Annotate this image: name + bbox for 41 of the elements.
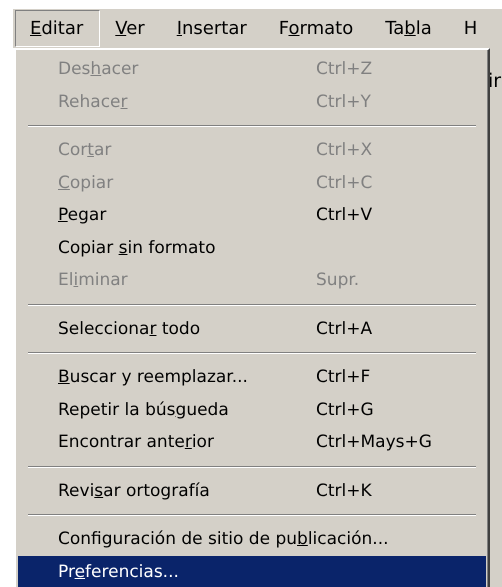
menu-bar-item[interactable]: Ver	[100, 10, 162, 47]
shortcut-label: Ctrl+Mays+G	[316, 431, 432, 454]
shortcut-label: Ctrl+G	[316, 398, 374, 421]
shortcut-label: Supr.	[316, 269, 360, 292]
menu-item-label: Revisar ortografía	[58, 480, 211, 502]
menu-item-label: Encontrar anterior	[58, 431, 215, 454]
shortcut-label: Ctrl+F	[316, 366, 370, 388]
menu-item[interactable]: Buscar y reemplazar... Ctrl+F	[18, 361, 486, 394]
menu-item-label: Cortar	[58, 139, 112, 162]
shortcut-label: Ctrl+C	[316, 172, 372, 194]
background-text: ir	[490, 70, 502, 92]
menu-bar-item[interactable]: Insertar	[162, 10, 264, 47]
menu-bar-item[interactable]: H	[448, 10, 494, 47]
shortcut-label: Ctrl+X	[316, 139, 372, 162]
menu-item[interactable]: Configuración de sitio de publicación...	[18, 523, 486, 556]
shortcut-label: Ctrl+A	[316, 318, 372, 340]
menu-item-label: Preferencias...	[58, 560, 180, 583]
menu-item[interactable]: Seleccionar todo Ctrl+A	[18, 312, 486, 345]
menu-item-label: Pegar	[58, 204, 108, 226]
shortcut-label: Ctrl+Y	[316, 90, 371, 113]
menu-item-label: Eliminar	[58, 269, 129, 292]
menu-bar-item[interactable]: Editar	[15, 10, 100, 47]
menu-item-label: Rehacer	[58, 90, 129, 113]
shortcut-label: Ctrl+K	[316, 480, 372, 502]
menu-item-label: Repetir la búsgueda	[58, 398, 230, 421]
menu-item[interactable]: Revisar ortografía Ctrl+K	[18, 474, 486, 507]
menu-item[interactable]: Encontrar anterior Ctrl+Mays+G	[18, 426, 486, 458]
menu-bar-item[interactable]: Formato	[264, 10, 370, 47]
menu-item[interactable]: Repetir la búsgueda Ctrl+G	[18, 394, 486, 426]
shortcut-label: Ctrl+Z	[316, 58, 372, 80]
menu-item-label: Configuración de sitio de publicación...	[58, 528, 388, 550]
menu-item-label: Copiar	[58, 172, 114, 194]
menu-item-label: Copiar sin formato	[58, 236, 216, 259]
menu-item[interactable]: Pegar Ctrl+V	[18, 199, 486, 232]
menu-item-label: Deshacer	[58, 58, 140, 80]
shortcut-label: Ctrl+V	[316, 204, 372, 226]
menu-item[interactable]: Copiar sin formato	[18, 232, 486, 264]
menu-item[interactable]: Preferencias...	[18, 556, 486, 587]
menu-item-label: Buscar y reemplazar...	[58, 366, 249, 388]
menu-item-label: Seleccionar todo	[58, 318, 202, 340]
menu-bar-item[interactable]: Tabla	[370, 10, 449, 47]
